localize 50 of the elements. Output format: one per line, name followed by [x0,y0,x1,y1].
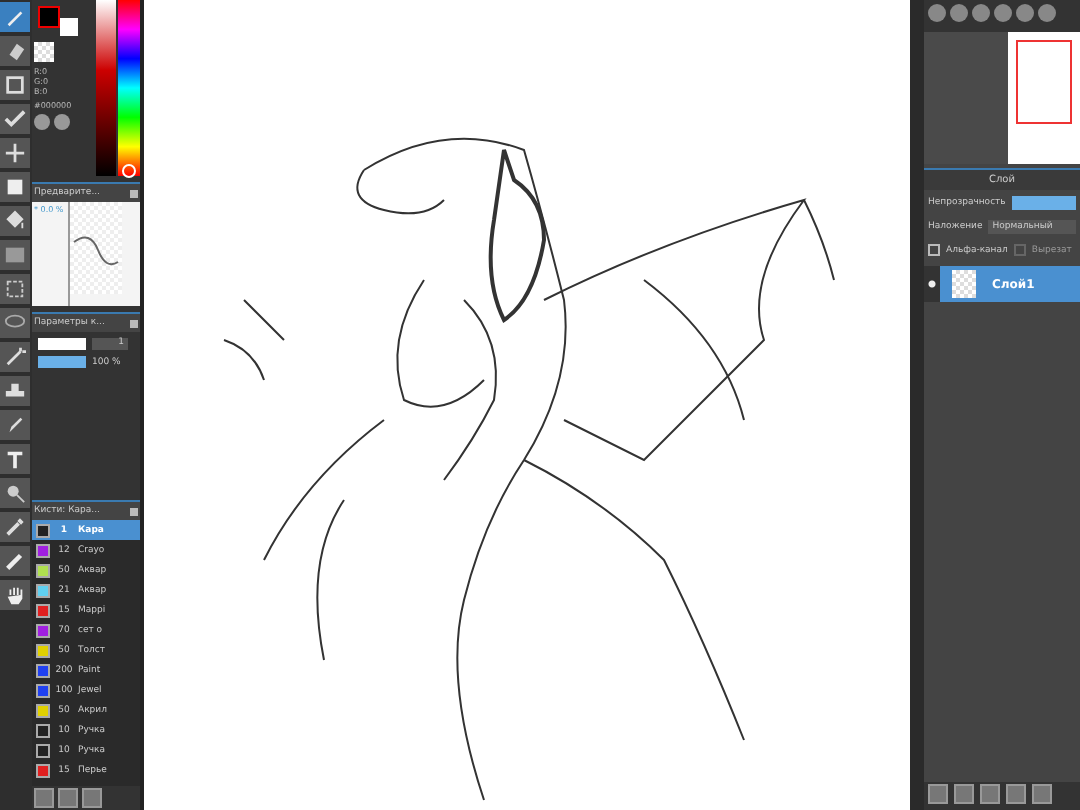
foreground-color-swatch[interactable] [38,6,60,28]
pencil-tool-icon [4,6,26,28]
hue-slider[interactable] [118,0,140,176]
background-color-swatch[interactable] [60,18,78,36]
layer-opacity-slider[interactable] [1011,195,1076,209]
check-tool-icon [4,108,26,130]
tool-button[interactable] [0,240,30,270]
close-icon[interactable] [130,507,138,515]
eraser-tool-icon [4,40,26,62]
tool-button[interactable] [0,478,30,508]
scrollbar[interactable] [910,0,924,810]
tool-button[interactable] [0,172,30,202]
tool-button[interactable] [0,104,30,134]
transparent-swatch[interactable] [34,42,54,62]
tool-button[interactable] [0,342,30,372]
brush-tool-icon [4,414,26,436]
shade-gradient[interactable] [96,0,117,176]
tool-button[interactable] [0,70,30,100]
stroke-preview-drawing [70,202,122,294]
move-tool-icon [4,142,26,164]
wand-tool-icon [4,346,26,368]
lasso-tool-icon [4,312,26,334]
layer-thumbnail [952,270,976,298]
tool-button[interactable] [0,444,30,474]
tool-button[interactable] [0,206,30,236]
tool-button[interactable] [0,36,30,66]
viewport-frame[interactable] [1016,40,1072,124]
tool-button[interactable] [0,2,30,32]
tool-button[interactable] [0,308,30,338]
rect-tool-icon [4,74,26,96]
tool-button[interactable] [0,138,30,168]
close-icon[interactable] [130,319,138,327]
navigator-thumbnail[interactable] [1008,32,1080,164]
close-icon[interactable] [130,189,138,197]
opacity-slider[interactable] [38,356,86,368]
tool-button[interactable] [0,580,30,610]
tool-button[interactable] [0,410,30,440]
text-tool-icon [4,448,26,470]
fill-tool-icon [4,176,26,198]
bucket-tool-icon [4,210,26,232]
dropper-tool-icon [4,516,26,538]
hand-tool-icon [4,584,26,606]
select-tool-icon [4,278,26,300]
tool-button[interactable] [0,274,30,304]
tool-button[interactable] [0,512,30,542]
stamp-tool-icon [4,380,26,402]
tool-button[interactable] [0,376,30,406]
alpha-checkbox[interactable] [928,244,940,256]
tool-button[interactable] [0,546,30,576]
brush-shape-swatch[interactable] [38,338,86,350]
